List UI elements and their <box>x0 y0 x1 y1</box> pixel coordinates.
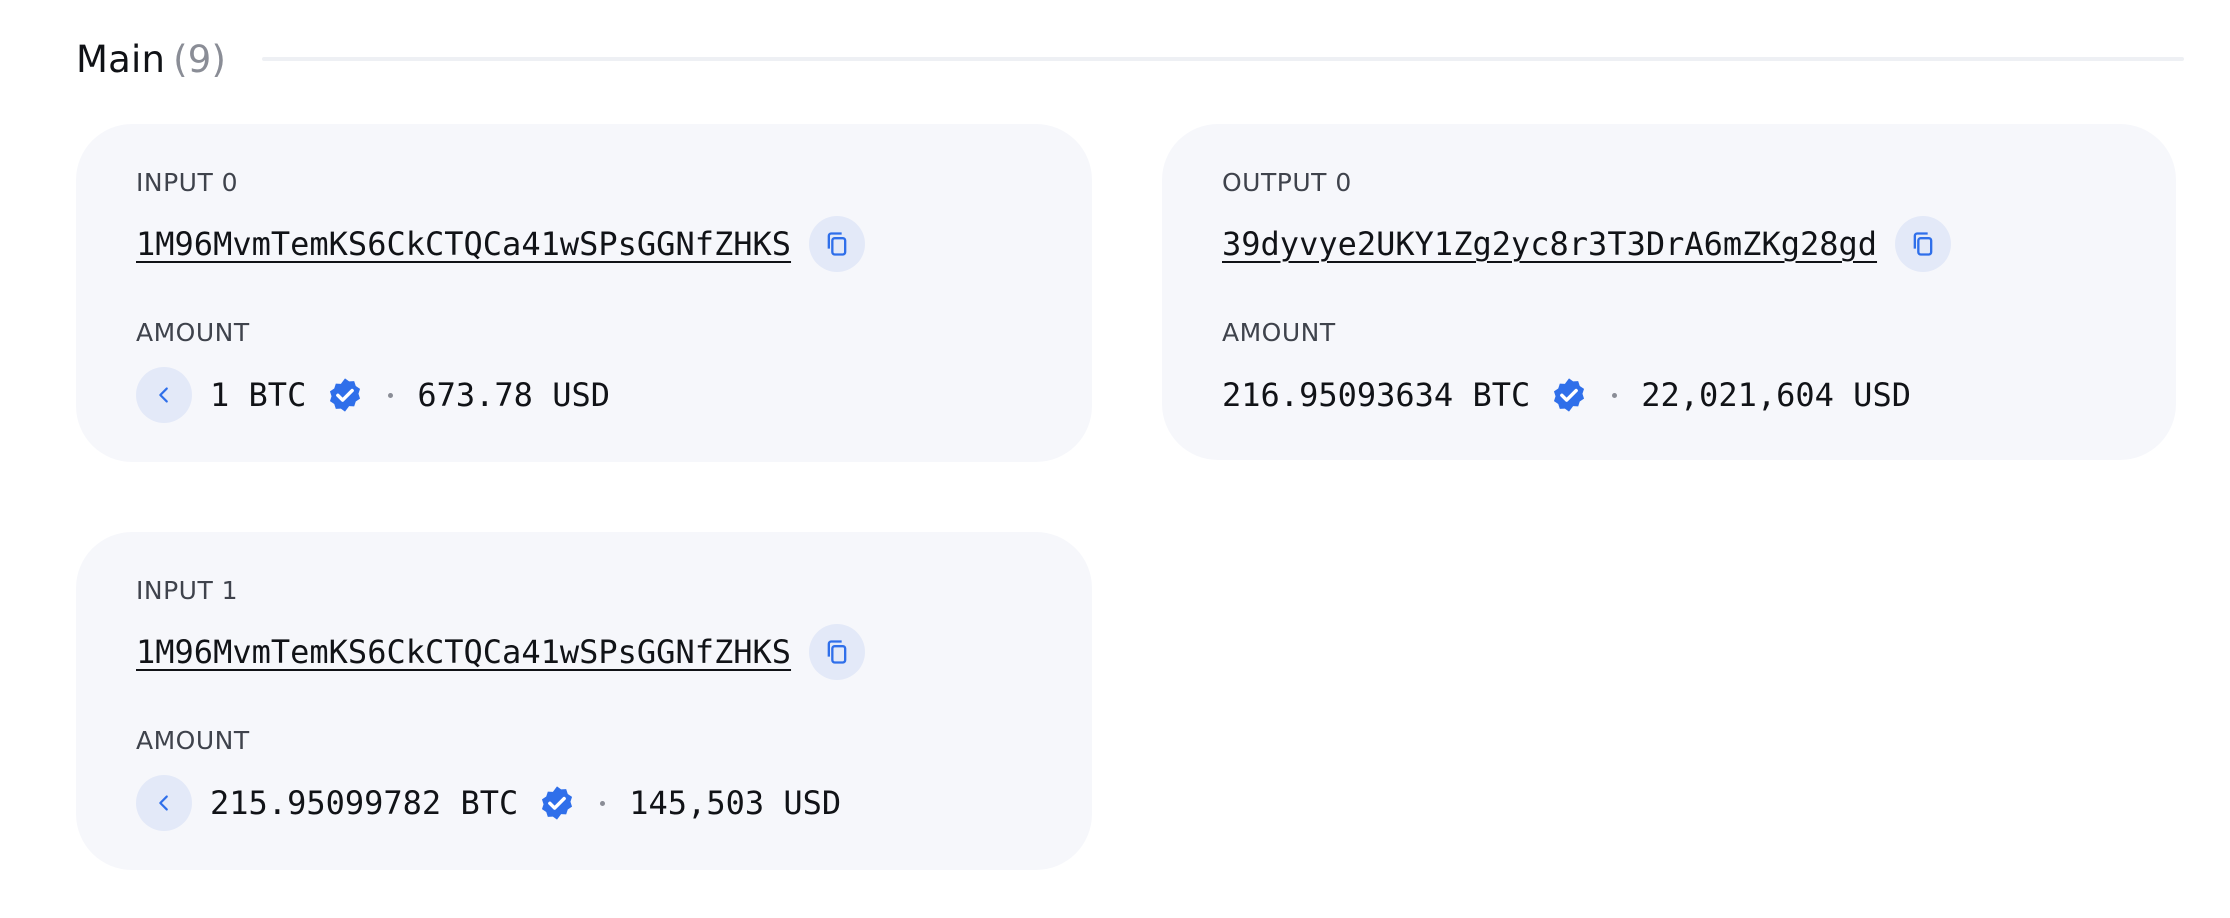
back-button[interactable] <box>136 775 192 831</box>
back-button[interactable] <box>136 367 192 423</box>
address-link[interactable]: 39dyvye2UKY1Zg2yc8r3T3DrA6mZKg28gd <box>1222 225 1877 263</box>
chevron-left-icon <box>159 795 168 811</box>
verified-badge <box>326 376 364 414</box>
copy-icon <box>1913 232 1933 256</box>
input-label: INPUT 1 <box>136 576 239 605</box>
chevron-left-icon <box>159 387 168 403</box>
address-row: 1M96MvmTemKS6CkCTQCa41wSPsGGNfZHKS <box>136 624 866 680</box>
input-card-1: INPUT 1 1M96MvmTemKS6CkCTQCa41wSPsGGNfZH… <box>76 532 1092 870</box>
usd-amount: 673.78 USD <box>417 376 610 414</box>
section-divider <box>262 57 2184 61</box>
btc-amount: 216.95093634 BTC <box>1222 376 1531 414</box>
btc-amount: 1 BTC <box>210 376 307 414</box>
output-label: OUTPUT 0 <box>1222 168 1352 197</box>
address-link[interactable]: 1M96MvmTemKS6CkCTQCa41wSPsGGNfZHKS <box>136 633 791 671</box>
transaction-io-page: Main (9) INPUT 0 1M96MvmTemKS6CkCTQCa41wS… <box>0 0 2230 918</box>
usd-amount: 145,503 USD <box>629 784 842 822</box>
copy-button[interactable] <box>809 624 866 680</box>
verified-badge-icon <box>542 786 573 820</box>
address-row: 1M96MvmTemKS6CkCTQCa41wSPsGGNfZHKS <box>136 216 866 272</box>
amount-row: 216.95093634 BTC 22,021,604 USD <box>1222 367 1911 423</box>
verified-badge <box>1550 376 1588 414</box>
copy-button[interactable] <box>1895 216 1952 272</box>
verified-badge <box>538 784 576 822</box>
copy-button[interactable] <box>809 216 866 272</box>
amount-row: 1 BTC 673.78 USD <box>136 367 610 423</box>
amount-label: AMOUNT <box>136 318 250 347</box>
input-label: INPUT 0 <box>136 168 239 197</box>
section-title: Main (9) <box>76 38 226 81</box>
amount-label: AMOUNT <box>1222 318 1336 347</box>
section-count: (9) <box>173 37 227 81</box>
usd-amount: 22,021,604 USD <box>1641 376 1911 414</box>
btc-amount: 215.95099782 BTC <box>210 784 519 822</box>
separator-dot <box>600 800 606 806</box>
address-link[interactable]: 1M96MvmTemKS6CkCTQCa41wSPsGGNfZHKS <box>136 225 791 263</box>
section-title-text: Main <box>76 37 166 81</box>
address-row: 39dyvye2UKY1Zg2yc8r3T3DrA6mZKg28gd <box>1222 216 1952 272</box>
separator-dot <box>1612 392 1618 398</box>
verified-badge-icon <box>330 378 361 412</box>
separator-dot <box>388 392 394 398</box>
output-card-0: OUTPUT 0 39dyvye2UKY1Zg2yc8r3T3DrA6mZKg2… <box>1162 124 2176 460</box>
amount-row: 215.95099782 BTC 145,503 USD <box>136 775 841 831</box>
copy-icon <box>827 232 847 256</box>
amount-label: AMOUNT <box>136 726 250 755</box>
section-header: Main (9) <box>76 30 2184 88</box>
verified-badge-icon <box>1554 378 1585 412</box>
input-card-0: INPUT 0 1M96MvmTemKS6CkCTQCa41wSPsGGNfZH… <box>76 124 1092 462</box>
copy-icon <box>827 640 847 664</box>
